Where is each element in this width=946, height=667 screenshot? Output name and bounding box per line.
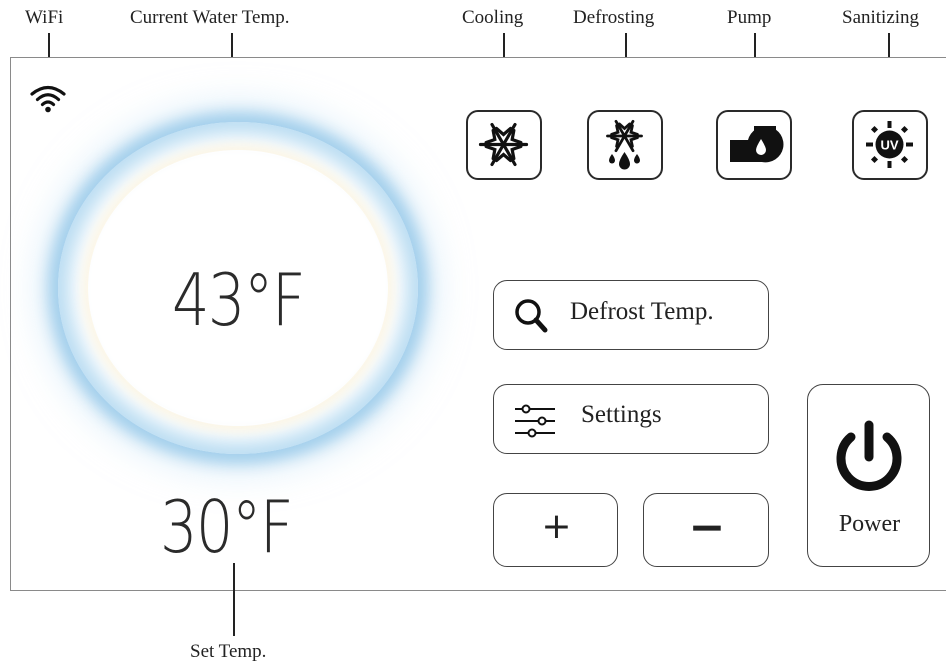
cooling-button[interactable] <box>466 110 542 180</box>
current-water-temp-callout: Current Water Temp. <box>130 7 290 28</box>
defrosting-callout: Defrosting <box>573 7 655 28</box>
snowflake-drops-icon <box>606 119 643 170</box>
sanitizing-button[interactable]: UV <box>852 110 928 180</box>
minus-label: − <box>688 502 726 553</box>
sliders-icon <box>515 404 555 438</box>
power-icon <box>836 420 902 491</box>
pump-callout: Pump <box>727 7 772 28</box>
set-temp-leader <box>233 563 235 636</box>
pump-button[interactable] <box>716 110 792 180</box>
uv-icon: UV <box>866 121 913 168</box>
increase-temp-button[interactable]: + <box>493 493 618 567</box>
settings-label: Settings <box>581 401 662 428</box>
defrost-temp-button[interactable]: Defrost Temp. <box>493 280 769 350</box>
pump-icon <box>730 126 784 163</box>
sanitizing-callout: Sanitizing <box>842 7 920 28</box>
snowflake-icon <box>478 122 529 167</box>
defrosting-button[interactable] <box>587 110 663 180</box>
decrease-temp-button[interactable]: − <box>643 493 769 567</box>
plus-label: + <box>541 506 572 547</box>
set-temp-callout: Set Temp. <box>190 641 267 662</box>
search-icon <box>515 299 548 333</box>
power-label: Power <box>838 511 901 537</box>
cooling-callout: Cooling <box>462 7 524 28</box>
uv-icon-label: UV <box>880 138 898 153</box>
wifi-icon <box>30 85 66 113</box>
settings-button[interactable]: Settings <box>493 384 769 454</box>
power-button[interactable]: Power <box>807 384 930 567</box>
defrost-temp-label: Defrost Temp. <box>570 298 714 325</box>
current-water-temp-value: 43°F <box>172 258 306 342</box>
set-temp-value: 30°F <box>160 485 294 569</box>
wifi-callout: WiFi <box>25 7 64 28</box>
